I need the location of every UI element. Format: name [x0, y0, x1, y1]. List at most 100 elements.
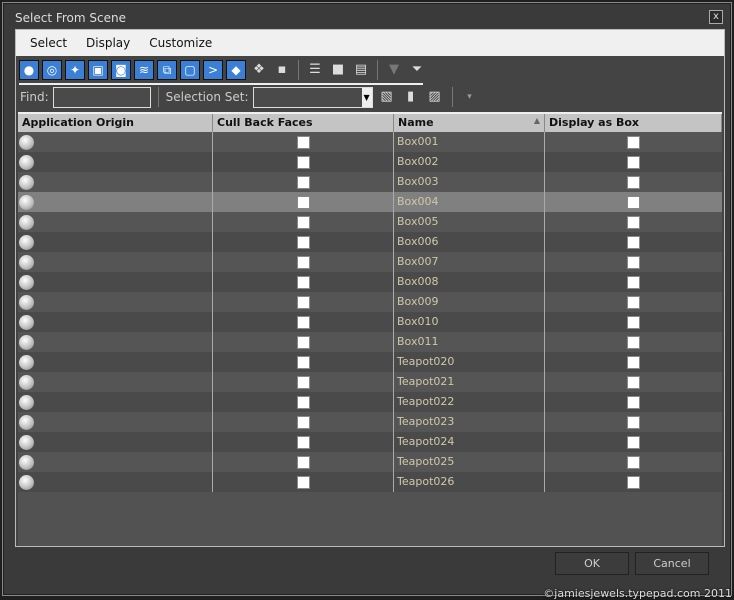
hidden-objects-icon[interactable]: ▪ — [272, 60, 292, 80]
display-as-box-checkbox[interactable] — [627, 155, 640, 169]
name-cell[interactable]: Teapot025 — [394, 452, 545, 472]
display-as-box-checkbox[interactable] — [627, 275, 640, 289]
name-cell[interactable]: Box002 — [394, 152, 545, 172]
table-row[interactable]: Box011 — [18, 332, 722, 352]
name-cell[interactable]: Teapot021 — [394, 372, 545, 392]
name-cell[interactable]: Box010 — [394, 312, 545, 332]
display-as-box-checkbox[interactable] — [627, 475, 640, 489]
cull-back-faces-checkbox[interactable] — [296, 415, 310, 429]
select-all-icon[interactable]: ▧ — [377, 87, 397, 107]
cull-back-faces-checkbox[interactable] — [296, 135, 310, 149]
name-cell[interactable]: Box004 — [394, 192, 545, 212]
groups-filter-icon[interactable]: ⧉ — [157, 60, 177, 80]
spacewarps-filter-icon[interactable]: ≋ — [134, 60, 154, 80]
invert-display-icon[interactable]: ▤ — [351, 60, 371, 80]
name-cell[interactable]: Box009 — [394, 292, 545, 312]
table-row[interactable]: Box005 — [18, 212, 722, 232]
menu-select[interactable]: Select — [30, 36, 67, 50]
geometry-filter-icon[interactable]: ● — [19, 60, 39, 80]
display-as-box-checkbox[interactable] — [627, 195, 640, 209]
cull-back-faces-checkbox[interactable] — [296, 315, 310, 329]
cull-back-faces-checkbox[interactable] — [296, 435, 310, 449]
sync-selection-icon[interactable]: ▾ — [460, 87, 480, 107]
table-row[interactable]: Teapot026 — [18, 472, 722, 492]
table-row[interactable]: Box004 — [18, 192, 722, 212]
table-row[interactable]: Teapot020 — [18, 352, 722, 372]
display-as-box-checkbox[interactable] — [627, 255, 640, 269]
cull-back-faces-checkbox[interactable] — [296, 375, 310, 389]
name-cell[interactable]: Box005 — [394, 212, 545, 232]
cull-back-faces-checkbox[interactable] — [296, 235, 310, 249]
cull-back-faces-checkbox[interactable] — [296, 355, 310, 369]
display-as-box-checkbox[interactable] — [627, 295, 640, 309]
display-as-box-checkbox[interactable] — [627, 315, 640, 329]
name-cell[interactable]: Box011 — [394, 332, 545, 352]
display-as-box-checkbox[interactable] — [627, 395, 640, 409]
cameras-filter-icon[interactable]: ▣ — [88, 60, 108, 80]
shapes-filter-icon[interactable]: ◎ — [42, 60, 62, 80]
table-row[interactable]: Teapot021 — [18, 372, 722, 392]
table-row[interactable]: Box009 — [18, 292, 722, 312]
find-input[interactable] — [52, 86, 151, 108]
table-row[interactable]: Teapot022 — [18, 392, 722, 412]
display-as-box-checkbox[interactable] — [627, 375, 640, 389]
filter-icon[interactable]: ▼ — [384, 60, 404, 80]
name-cell[interactable]: Teapot024 — [394, 432, 545, 452]
selection-set-dropdown[interactable]: ▼ — [252, 86, 373, 108]
name-cell[interactable]: Teapot023 — [394, 412, 545, 432]
name-cell[interactable]: Teapot020 — [394, 352, 545, 372]
cull-back-faces-checkbox[interactable] — [296, 295, 310, 309]
display-as-box-checkbox[interactable] — [627, 235, 640, 249]
name-cell[interactable]: Box008 — [394, 272, 545, 292]
display-none-icon[interactable]: ■ — [328, 60, 348, 80]
table-row[interactable]: Box006 — [18, 232, 722, 252]
col-display-as-box[interactable]: Display as Box — [545, 114, 722, 132]
table-row[interactable]: Box008 — [18, 272, 722, 292]
ok-button[interactable]: OK — [555, 552, 629, 575]
name-cell[interactable]: Teapot026 — [394, 472, 545, 492]
table-row[interactable]: Teapot025 — [18, 452, 722, 472]
cull-back-faces-checkbox[interactable] — [296, 475, 310, 489]
cull-back-faces-checkbox[interactable] — [296, 215, 310, 229]
name-cell[interactable]: Box001 — [394, 132, 545, 152]
cull-back-faces-checkbox[interactable] — [296, 275, 310, 289]
cull-back-faces-checkbox[interactable] — [296, 155, 310, 169]
col-application-origin[interactable]: Application Origin — [18, 114, 213, 132]
xrefs-filter-icon[interactable]: ▢ — [180, 60, 200, 80]
display-as-box-checkbox[interactable] — [627, 435, 640, 449]
filter-options-icon[interactable]: ⏷ — [407, 60, 427, 80]
bones-filter-icon[interactable]: > — [203, 60, 223, 80]
menu-customize[interactable]: Customize — [149, 36, 212, 50]
cull-back-faces-checkbox[interactable] — [296, 455, 310, 469]
display-as-box-checkbox[interactable] — [627, 455, 640, 469]
select-none-icon[interactable]: ▮ — [401, 87, 421, 107]
table-row[interactable]: Teapot023 — [18, 412, 722, 432]
table-row[interactable]: Teapot024 — [18, 432, 722, 452]
name-cell[interactable]: Box006 — [394, 232, 545, 252]
display-as-box-checkbox[interactable] — [627, 215, 640, 229]
display-as-box-checkbox[interactable] — [627, 335, 640, 349]
display-as-box-checkbox[interactable] — [627, 175, 640, 189]
containers-filter-icon[interactable]: ◆ — [226, 60, 246, 80]
name-cell[interactable]: Box003 — [394, 172, 545, 192]
table-row[interactable]: Box002 — [18, 152, 722, 172]
close-button[interactable]: x — [709, 10, 723, 24]
table-row[interactable]: Box010 — [18, 312, 722, 332]
cull-back-faces-checkbox[interactable] — [296, 175, 310, 189]
table-row[interactable]: Box007 — [18, 252, 722, 272]
frozen-objects-icon[interactable]: ❖ — [249, 60, 269, 80]
menu-display[interactable]: Display — [86, 36, 130, 50]
cancel-button[interactable]: Cancel — [635, 552, 709, 575]
cull-back-faces-checkbox[interactable] — [296, 195, 310, 209]
table-row[interactable]: Box003 — [18, 172, 722, 192]
name-cell[interactable]: Box007 — [394, 252, 545, 272]
display-as-box-checkbox[interactable] — [627, 135, 640, 149]
cull-back-faces-checkbox[interactable] — [296, 335, 310, 349]
display-all-icon[interactable]: ☰ — [305, 60, 325, 80]
col-name[interactable]: Name ▲ — [394, 114, 545, 132]
table-row[interactable]: Box001 — [18, 132, 722, 152]
display-as-box-checkbox[interactable] — [627, 355, 640, 369]
select-invert-icon[interactable]: ▨ — [425, 87, 445, 107]
helpers-filter-icon[interactable]: ◙ — [111, 60, 131, 80]
lights-filter-icon[interactable]: ✦ — [65, 60, 85, 80]
